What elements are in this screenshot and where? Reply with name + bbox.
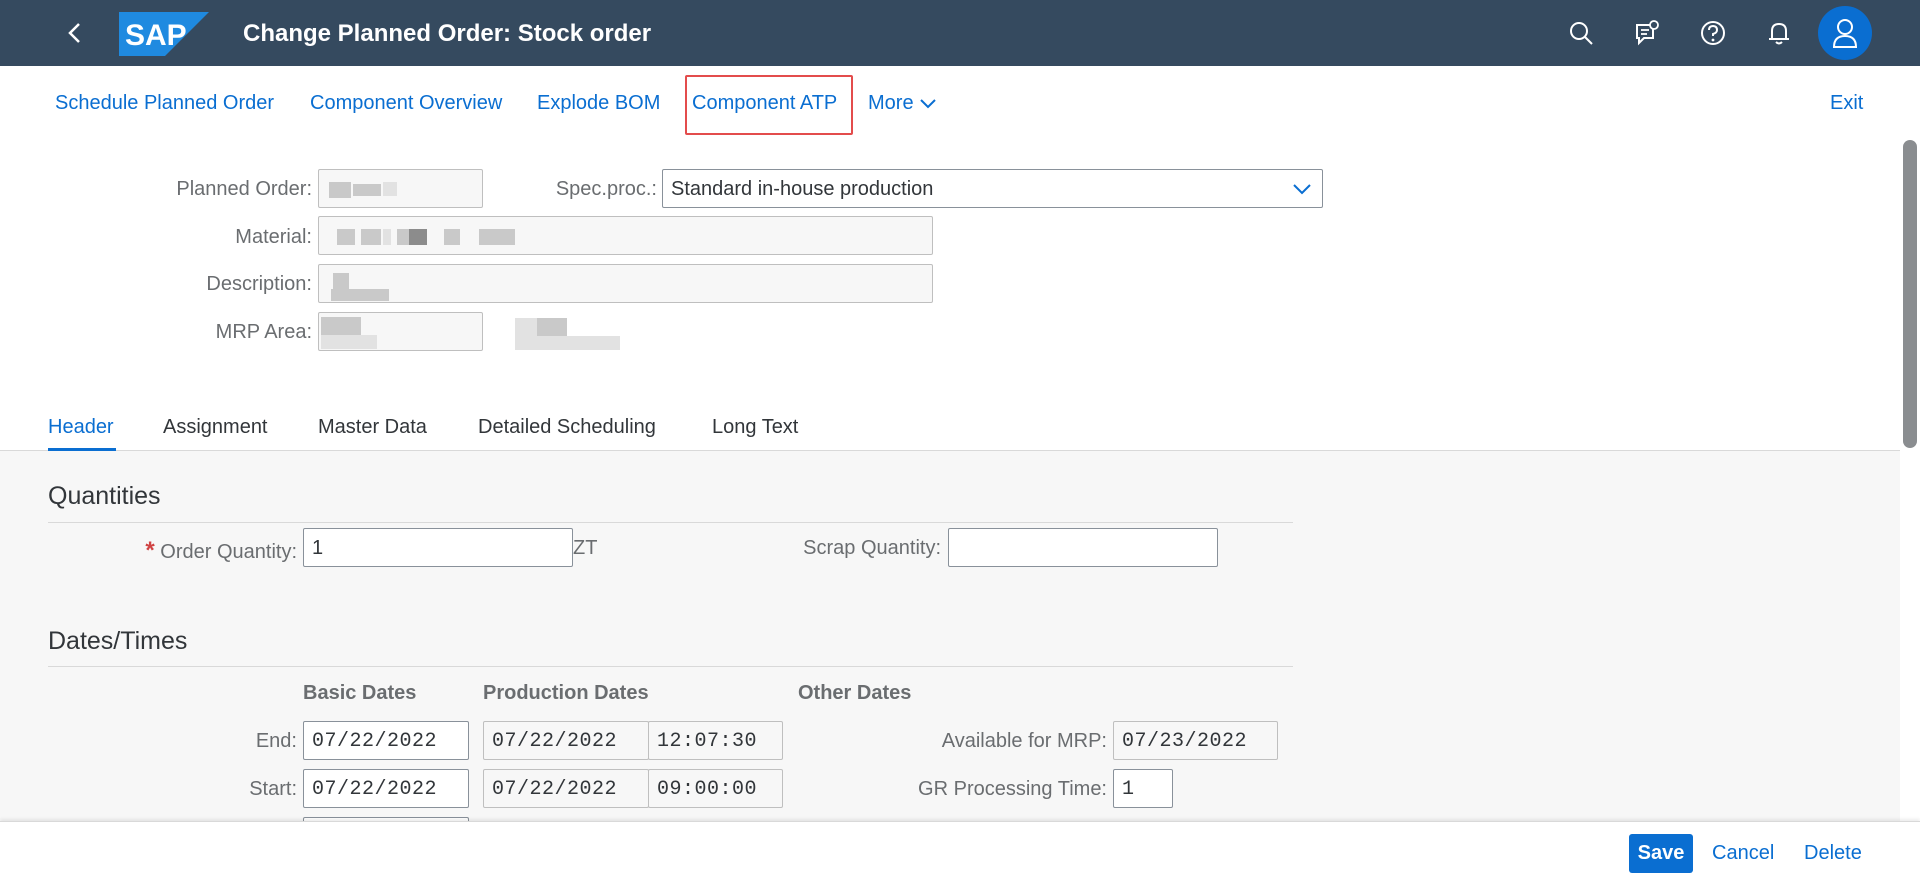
tab-assignment[interactable]: Assignment bbox=[163, 416, 268, 439]
available-for-mrp-field: 07/23/2022 bbox=[1113, 721, 1278, 760]
svg-text:SAP: SAP bbox=[125, 19, 187, 52]
object-header: Schedule Planned Order Component Overvie… bbox=[0, 66, 1900, 451]
section-divider bbox=[48, 522, 1293, 523]
end-production-date-field: 07/22/2022 bbox=[483, 721, 649, 760]
explode-bom-button[interactable]: Explode BOM bbox=[537, 92, 660, 115]
footer-toolbar: Save Cancel Delete bbox=[0, 821, 1920, 880]
planned-order-field[interactable] bbox=[318, 169, 483, 208]
order-quantity-unit: ZT bbox=[573, 537, 598, 559]
quantities-title: Quantities bbox=[48, 482, 161, 510]
exit-button[interactable]: Exit bbox=[1830, 92, 1863, 115]
cancel-button[interactable]: Cancel bbox=[1712, 842, 1774, 865]
dates-times-title: Dates/Times bbox=[48, 627, 188, 655]
start-production-date-field: 07/22/2022 bbox=[483, 769, 649, 808]
spec-proc-value: Standard in-house production bbox=[671, 178, 934, 200]
chevron-down-icon bbox=[1293, 184, 1311, 195]
end-production-time-field: 12:07:30 bbox=[648, 721, 783, 760]
material-field bbox=[318, 216, 933, 255]
production-dates-heading: Production Dates bbox=[483, 682, 649, 704]
user-avatar-icon bbox=[1832, 19, 1858, 48]
other-dates-heading: Other Dates bbox=[798, 682, 912, 704]
help-icon[interactable] bbox=[1699, 19, 1727, 47]
spec-proc-label: Spec.proc.: bbox=[555, 178, 657, 200]
delete-button[interactable]: Delete bbox=[1804, 842, 1862, 865]
description-field bbox=[318, 264, 933, 303]
scrap-quantity-label: Scrap Quantity: bbox=[803, 537, 941, 559]
mrp-area-label: MRP Area: bbox=[215, 321, 312, 343]
order-quantity-label: * Order Quantity: bbox=[120, 537, 297, 565]
tab-header[interactable]: Header bbox=[48, 416, 114, 439]
chevron-down-icon bbox=[920, 99, 936, 109]
gr-processing-time-label: GR Processing Time: bbox=[918, 778, 1107, 800]
planned-order-label: Planned Order: bbox=[176, 178, 312, 200]
required-mark: * bbox=[145, 537, 155, 564]
end-basic-date-input[interactable]: 07/22/2022 bbox=[303, 721, 469, 760]
feedback-icon[interactable] bbox=[1633, 19, 1661, 47]
notification-icon[interactable] bbox=[1765, 19, 1793, 47]
search-icon[interactable] bbox=[1567, 19, 1595, 47]
scrollbar-thumb[interactable] bbox=[1903, 140, 1917, 448]
component-atp-button[interactable]: Component ATP bbox=[692, 92, 837, 115]
start-production-time-field: 09:00:00 bbox=[648, 769, 783, 808]
material-label: Material: bbox=[235, 226, 312, 248]
more-menu-button[interactable]: More bbox=[868, 92, 937, 115]
order-quantity-input[interactable]: 1 bbox=[303, 528, 573, 567]
section-divider bbox=[48, 666, 1293, 667]
order-quantity-label-text: Order Quantity: bbox=[160, 541, 297, 563]
back-icon[interactable] bbox=[60, 18, 90, 48]
spec-proc-select[interactable]: Standard in-house production bbox=[662, 169, 1323, 208]
available-for-mrp-label: Available for MRP: bbox=[941, 730, 1107, 752]
schedule-planned-order-button[interactable]: Schedule Planned Order bbox=[55, 92, 274, 115]
end-label: End: bbox=[255, 730, 297, 752]
tab-master-data[interactable]: Master Data bbox=[318, 416, 427, 439]
component-overview-button[interactable]: Component Overview bbox=[310, 92, 502, 115]
page-title: Change Planned Order: Stock order bbox=[243, 20, 652, 47]
start-basic-date-input[interactable]: 07/22/2022 bbox=[303, 769, 469, 808]
shell-bar: SAP Change Planned Order: Stock order bbox=[0, 0, 1920, 66]
more-label: More bbox=[868, 92, 914, 114]
mrp-area-field bbox=[318, 312, 483, 351]
gr-processing-time-input[interactable]: 1 bbox=[1113, 769, 1173, 808]
basic-dates-heading: Basic Dates bbox=[303, 682, 417, 704]
scrap-quantity-input[interactable] bbox=[948, 528, 1218, 567]
description-label: Description: bbox=[206, 273, 312, 295]
active-tab-indicator bbox=[48, 448, 116, 451]
user-avatar[interactable] bbox=[1818, 6, 1872, 60]
sap-logo: SAP bbox=[119, 12, 209, 56]
tab-detailed-scheduling[interactable]: Detailed Scheduling bbox=[478, 416, 656, 439]
tab-long-text[interactable]: Long Text bbox=[712, 416, 798, 439]
save-button[interactable]: Save bbox=[1629, 834, 1693, 873]
start-label: Start: bbox=[249, 778, 297, 800]
